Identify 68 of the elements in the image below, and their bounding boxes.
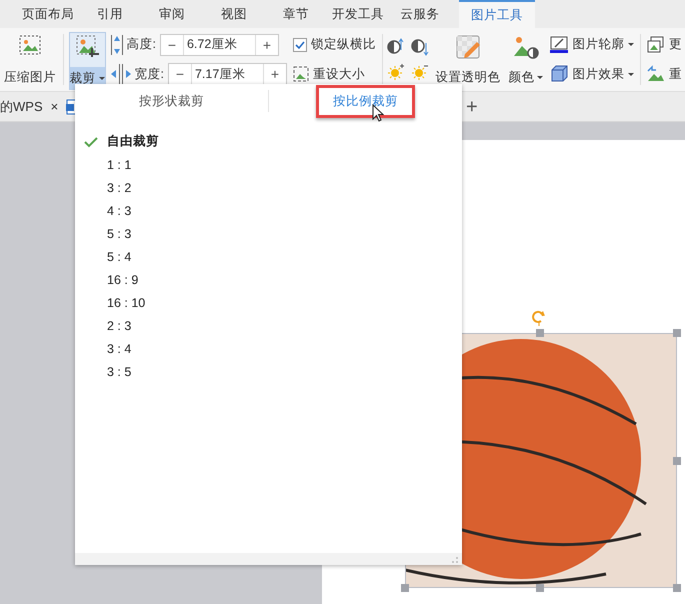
- menu-tab[interactable]: 引用: [79, 0, 141, 28]
- width-label: 宽度:: [134, 66, 164, 83]
- brightness-down-icon[interactable]: [411, 63, 430, 82]
- change-picture-button[interactable]: 更: [668, 36, 682, 54]
- crop-mode-tab[interactable]: 按形状裁剪: [139, 94, 204, 108]
- height-icon: [110, 34, 122, 55]
- height-label: 高度:: [126, 36, 156, 54]
- color-button[interactable]: 颜色: [508, 69, 534, 86]
- lock-ratio-checkbox[interactable]: [292, 38, 307, 52]
- change-picture-icon[interactable]: [646, 36, 665, 54]
- contrast-down-icon[interactable]: [411, 38, 430, 56]
- width-spinner[interactable]: − 7.17厘米 +: [168, 63, 287, 86]
- caret-icon: [98, 77, 104, 80]
- picture-outline-button[interactable]: 图片轮廓: [572, 36, 624, 54]
- crop-button[interactable]: 裁剪: [68, 32, 106, 90]
- width-icon: [110, 64, 130, 84]
- crop-icon: [74, 33, 100, 59]
- new-tab-button[interactable]: +: [466, 97, 478, 117]
- picture-effects-button[interactable]: 图片效果: [572, 66, 624, 83]
- check-icon: [294, 40, 305, 50]
- document-tab[interactable]: 的WPS: [0, 98, 43, 116]
- compress-picture-icon[interactable]: [18, 34, 42, 56]
- crop-ratio-option[interactable]: 3 : 5: [107, 364, 132, 378]
- resize-handle[interactable]: [401, 584, 409, 592]
- crop-ratio-option[interactable]: 5 : 3: [107, 226, 132, 240]
- crop-ratio-option[interactable]: 2 : 3: [107, 318, 132, 332]
- resize-handle[interactable]: [536, 329, 544, 337]
- crop-ratio-option[interactable]: 5 : 4: [107, 250, 132, 264]
- reset-size-icon: [292, 66, 309, 82]
- caret-icon: [628, 43, 634, 46]
- rotate-handle-icon[interactable]: [532, 310, 548, 326]
- crop-ratio-option[interactable]: 自由裁剪: [107, 133, 159, 150]
- caret-icon: [537, 76, 544, 79]
- resize-grip-icon: [451, 554, 459, 564]
- resize-handle[interactable]: [673, 584, 681, 592]
- transparent-color-icon[interactable]: [454, 34, 481, 60]
- crop-ratio-option[interactable]: 16 : 10: [107, 296, 146, 310]
- menu-tab[interactable]: 章节: [265, 0, 327, 28]
- close-tab-button[interactable]: ×: [50, 99, 58, 114]
- color-icon[interactable]: [512, 34, 539, 60]
- menu-tab[interactable]: 图片工具: [459, 0, 535, 28]
- height-spinner[interactable]: − 6.72厘米 +: [160, 34, 279, 56]
- crop-ratio-option[interactable]: 4 : 3: [107, 204, 132, 218]
- resize-handle[interactable]: [673, 329, 681, 337]
- crop-mode-tab[interactable]: 按比例裁剪: [316, 84, 415, 118]
- reset-picture-button[interactable]: 重: [668, 66, 682, 83]
- menu-tab[interactable]: 视图: [203, 0, 265, 28]
- brightness-up-icon[interactable]: [387, 63, 406, 82]
- picture-outline-icon[interactable]: [550, 36, 568, 54]
- crop-ratio-option[interactable]: 3 : 4: [107, 342, 132, 356]
- menu-tab[interactable]: 云服务: [389, 0, 451, 28]
- contrast-up-icon[interactable]: [387, 38, 406, 56]
- menu-tab[interactable]: 页面布局: [17, 0, 79, 28]
- resize-handle[interactable]: [536, 584, 544, 592]
- crop-label: 裁剪: [70, 71, 96, 85]
- transparent-color-button[interactable]: 设置透明色: [435, 69, 500, 86]
- menu-tab[interactable]: 审阅: [141, 0, 203, 28]
- menu-tab[interactable]: 开发工具: [327, 0, 389, 28]
- reset-picture-icon[interactable]: [646, 65, 665, 84]
- crop-ratio-option[interactable]: 1 : 1: [107, 158, 132, 172]
- resize-handle[interactable]: [673, 457, 681, 465]
- reset-size-button[interactable]: 重设大小: [312, 66, 365, 83]
- caret-icon: [628, 72, 634, 76]
- compress-picture-label[interactable]: 压缩图片: [4, 69, 56, 86]
- crop-ratio-option[interactable]: 3 : 2: [107, 180, 132, 194]
- crop-ratio-option[interactable]: 16 : 9: [107, 272, 138, 286]
- lock-ratio-label[interactable]: 锁定纵横比: [310, 36, 376, 54]
- picture-effects-icon[interactable]: [550, 65, 568, 84]
